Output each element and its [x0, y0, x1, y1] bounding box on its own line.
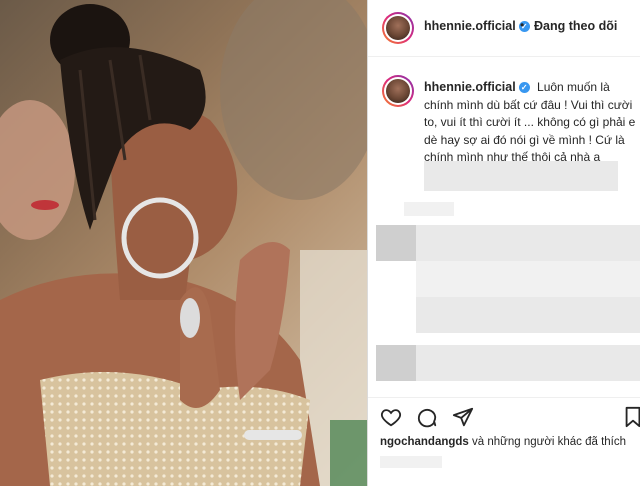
- redacted-comment-avatar: [376, 225, 416, 261]
- likes-summary: ngochandangds và những người khác đã thí…: [380, 436, 626, 448]
- caption-author-username[interactable]: hhennie.official ✓: [424, 80, 530, 94]
- redacted-comment: [416, 345, 640, 381]
- caption-author-avatar[interactable]: [382, 75, 414, 107]
- avatar-image: [386, 16, 410, 40]
- redacted-timestamp: [404, 202, 454, 216]
- verified-check-icon: ✓: [518, 82, 530, 94]
- avatar-image: [386, 79, 410, 103]
- redacted-caption-block: [424, 161, 618, 191]
- redacted-comment: [416, 297, 640, 333]
- post-panel: hhennie.official ✓ • Đang theo dõi hhenni…: [368, 0, 640, 486]
- redacted-comment-avatar: [376, 345, 416, 381]
- comment-icon[interactable]: [414, 404, 440, 430]
- author-username-text: hhennie.official: [424, 19, 516, 33]
- post-header: hhennie.official ✓ • Đang theo dõi: [368, 0, 640, 57]
- author-avatar[interactable]: [382, 12, 414, 44]
- heart-icon[interactable]: [378, 404, 404, 430]
- share-icon[interactable]: [450, 404, 476, 430]
- following-button[interactable]: Đang theo dõi: [534, 19, 617, 33]
- redacted-comment: [416, 225, 640, 261]
- author-username[interactable]: hhennie.official ✓: [424, 19, 530, 33]
- caption-text: hhennie.official ✓ Luôn muốn là chính mìn…: [424, 79, 638, 167]
- follow-separator: •: [520, 18, 525, 32]
- bookmark-icon[interactable]: [620, 404, 640, 430]
- redacted-post-date: [380, 456, 442, 468]
- liked-by-username[interactable]: ngochandangds: [380, 436, 469, 448]
- redacted-comment: [416, 261, 640, 297]
- post-caption-area: hhennie.official ✓ Luôn muốn là chính mìn…: [368, 57, 640, 397]
- post-photo-illustration: [0, 0, 367, 486]
- likes-text: và những người khác đã thích: [468, 436, 627, 448]
- post-action-bar: [368, 397, 640, 434]
- post-photo[interactable]: [0, 0, 367, 486]
